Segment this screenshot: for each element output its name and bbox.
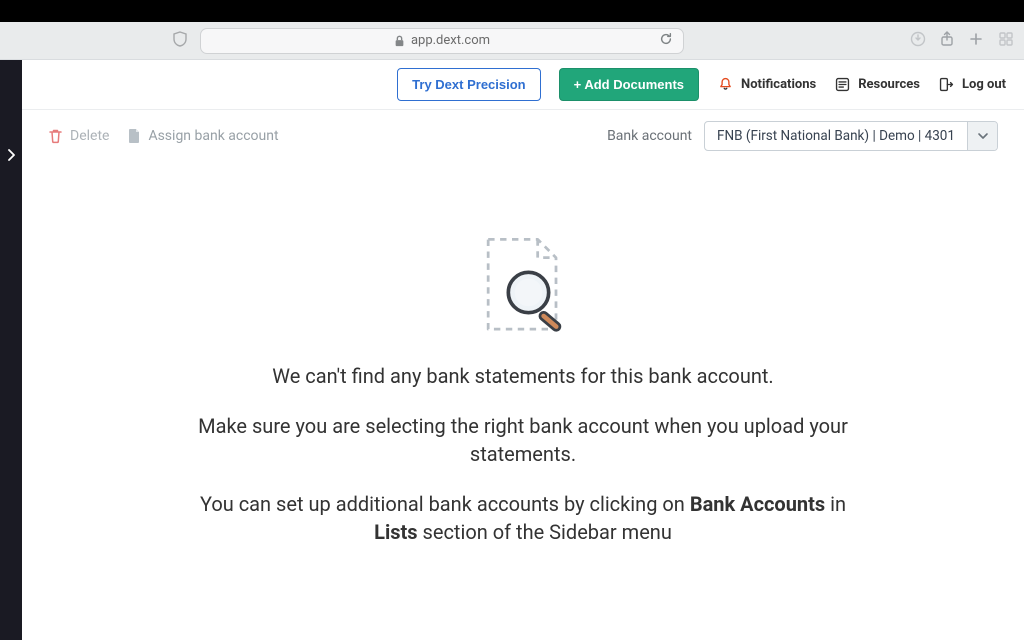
assign-label: Assign bank account [148,128,278,144]
try-precision-button[interactable]: Try Dext Precision [397,68,540,101]
lock-icon [394,35,405,47]
add-documents-button[interactable]: + Add Documents [559,68,699,101]
empty-line-3-bold1: Bank Accounts [690,492,825,516]
delete-button[interactable]: Delete [48,128,109,144]
app-top-nav: Try Dext Precision + Add Documents Notif… [22,60,1024,110]
resources-icon [834,76,851,93]
toolbar-right: Bank account FNB (First National Bank) |… [607,121,998,151]
app-body: Try Dext Precision + Add Documents Notif… [0,60,1024,640]
logout-label: Log out [962,77,1006,92]
share-icon[interactable] [940,31,954,51]
empty-line-3-pre: You can set up additional bank accounts … [200,492,690,516]
privacy-shield-icon[interactable] [173,31,187,51]
bank-account-select[interactable]: FNB (First National Bank) | Demo | 4301 [704,121,998,151]
notifications-label: Notifications [741,77,816,92]
sidebar-expand-button[interactable] [0,144,22,166]
letterbox-top [0,0,1024,22]
empty-line-1: We can't find any bank statements for th… [272,362,773,390]
logout-icon [938,76,955,93]
sidebar-collapsed [0,60,22,640]
empty-line-3-post: section of the Sidebar menu [418,520,672,544]
empty-state: We can't find any bank statements for th… [22,162,1024,640]
toolbar: Delete Assign bank account Bank account … [22,110,1024,162]
assign-bank-account-button[interactable]: Assign bank account [127,128,278,144]
empty-line-2: Make sure you are selecting the right ba… [183,412,863,468]
url-host: app.dext.com [411,33,490,48]
empty-line-3: You can set up additional bank accounts … [183,490,863,546]
logout-link[interactable]: Log out [938,76,1006,93]
downloads-icon[interactable] [910,31,926,51]
toolbar-left: Delete Assign bank account [48,128,279,144]
url-bar[interactable]: app.dext.com [200,28,684,54]
empty-illustration-icon [468,232,578,342]
browser-chrome: app.dext.com [0,22,1024,60]
bell-icon [717,76,734,93]
main: Try Dext Precision + Add Documents Notif… [22,60,1024,640]
bank-account-label: Bank account [607,128,692,144]
new-tab-icon[interactable] [968,31,984,51]
chevron-down-icon [967,122,997,150]
reload-icon[interactable] [659,32,673,50]
resources-label: Resources [858,77,920,92]
trash-icon [48,128,63,144]
tab-overview-icon[interactable] [998,31,1014,51]
empty-line-3-bold2: Lists [374,520,417,544]
resources-link[interactable]: Resources [834,76,920,93]
notifications-link[interactable]: Notifications [717,76,816,93]
empty-line-3-mid: in [825,492,846,516]
document-icon [127,128,141,144]
bank-account-value: FNB (First National Bank) | Demo | 4301 [705,128,967,144]
delete-label: Delete [70,128,109,144]
browser-chrome-right [910,31,1014,51]
